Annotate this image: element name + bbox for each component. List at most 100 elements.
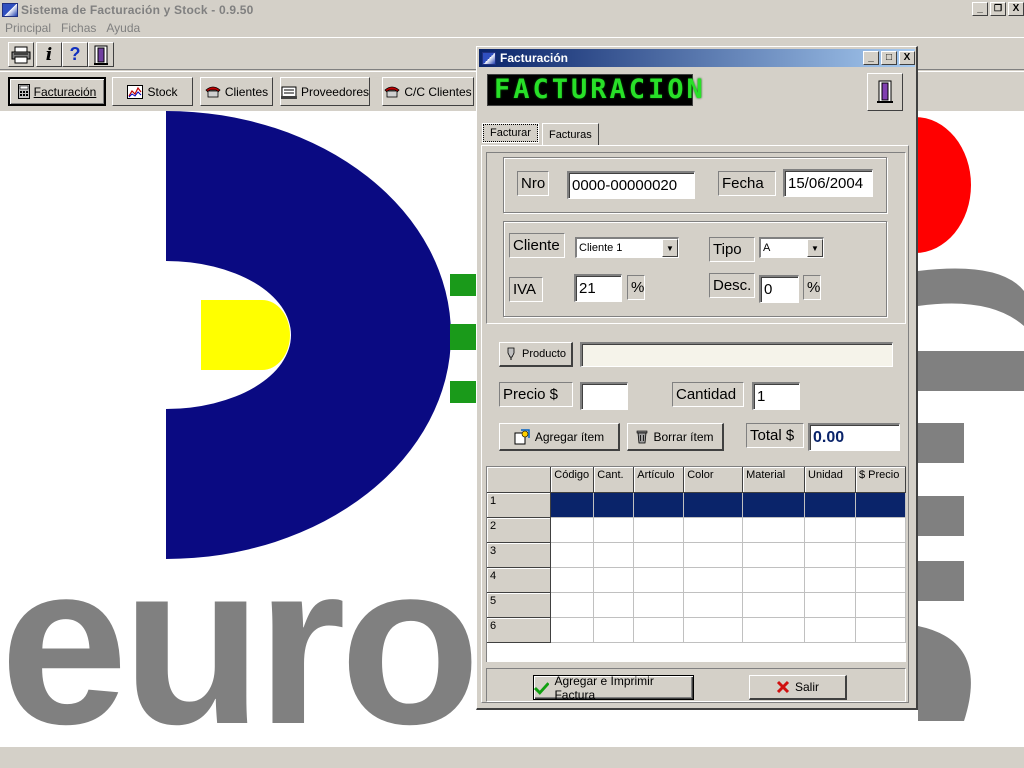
proveedores-button[interactable]: Proveedores xyxy=(280,77,370,106)
table-row[interactable]: 5 xyxy=(487,592,906,618)
info-button[interactable]: i xyxy=(36,42,62,67)
grid-cell[interactable] xyxy=(633,492,685,518)
stock-button[interactable]: Stock xyxy=(112,77,193,106)
grid-cell[interactable] xyxy=(550,492,595,518)
grid-cell[interactable] xyxy=(855,517,906,543)
total-field[interactable]: 0.00 xyxy=(808,423,900,451)
iva-field[interactable]: 21 xyxy=(574,274,622,302)
grid-cell[interactable] xyxy=(855,617,906,643)
table-row[interactable]: 2 xyxy=(487,517,906,543)
grid-cell[interactable] xyxy=(855,567,906,593)
grid-cell[interactable] xyxy=(593,492,635,518)
close-button[interactable]: X xyxy=(1008,2,1024,16)
grid-cell[interactable] xyxy=(550,617,595,643)
cantidad-field[interactable]: 1 xyxy=(752,382,800,410)
grid-cell[interactable] xyxy=(804,492,856,518)
menu-fichas[interactable]: Fichas xyxy=(56,21,101,35)
grid-cell[interactable] xyxy=(683,517,744,543)
table-row[interactable]: 3 xyxy=(487,542,906,568)
borrar-item-button[interactable]: Borrar ítem xyxy=(627,423,724,451)
nro-field[interactable]: 0000-00000020 xyxy=(567,171,695,199)
minimize-button[interactable]: _ xyxy=(972,2,988,16)
row-header[interactable]: 6 xyxy=(487,617,552,643)
grid-cell[interactable] xyxy=(633,517,685,543)
tab-facturas[interactable]: Facturas xyxy=(541,123,599,145)
grid-cell[interactable] xyxy=(742,567,806,593)
row-header[interactable]: 3 xyxy=(487,542,552,568)
grid-cell[interactable] xyxy=(550,592,595,618)
dialog-exit-button[interactable] xyxy=(867,73,903,111)
grid-cell[interactable] xyxy=(633,542,685,568)
table-row[interactable]: 1 xyxy=(487,492,906,518)
grid-cell[interactable] xyxy=(633,592,685,618)
column-header-codigo[interactable]: Código xyxy=(550,467,595,493)
grid-cell[interactable] xyxy=(633,617,685,643)
grid-cell[interactable] xyxy=(742,492,806,518)
agregar-item-button[interactable]: Agregar ítem xyxy=(499,423,620,451)
grid-cell[interactable] xyxy=(804,567,856,593)
grid-cell[interactable] xyxy=(683,567,744,593)
chevron-down-icon[interactable]: ▼ xyxy=(662,239,678,257)
facturacion-button[interactable]: Facturación xyxy=(8,77,106,106)
grid-cell[interactable] xyxy=(593,517,635,543)
row-header[interactable]: 5 xyxy=(487,592,552,618)
desc-field[interactable]: 0 xyxy=(759,275,799,303)
grid-cell[interactable] xyxy=(683,542,744,568)
grid-cell[interactable] xyxy=(593,567,635,593)
grid-cell[interactable] xyxy=(683,617,744,643)
grid-cell[interactable] xyxy=(550,567,595,593)
grid-cell[interactable] xyxy=(550,517,595,543)
chevron-down-icon[interactable]: ▼ xyxy=(807,239,823,257)
grid-cell[interactable] xyxy=(683,592,744,618)
row-header[interactable]: 2 xyxy=(487,517,552,543)
restore-button[interactable]: ❐ xyxy=(990,2,1006,16)
help-button[interactable]: ? xyxy=(62,42,88,67)
grid-cell[interactable] xyxy=(742,592,806,618)
tipo-select[interactable]: A ▼ xyxy=(759,237,824,258)
grid-cell[interactable] xyxy=(550,542,595,568)
cliente-select[interactable]: Cliente 1 ▼ xyxy=(575,237,679,258)
column-header-material[interactable]: Material xyxy=(742,467,806,493)
grid-cell[interactable] xyxy=(593,542,635,568)
grid-cell[interactable] xyxy=(804,592,856,618)
grid-cell[interactable] xyxy=(683,492,744,518)
grid-cell[interactable] xyxy=(855,542,906,568)
grid-cell[interactable] xyxy=(742,542,806,568)
column-header-precio[interactable]: $ Precio xyxy=(855,467,906,493)
cc-clientes-button[interactable]: C/C Clientes xyxy=(382,77,474,106)
grid-cell[interactable] xyxy=(593,617,635,643)
menu-ayuda[interactable]: Ayuda xyxy=(101,21,145,35)
column-header-cant[interactable]: Cant. xyxy=(593,467,635,493)
dialog-close-button[interactable]: X xyxy=(899,51,915,65)
salir-button[interactable]: Salir xyxy=(749,675,847,700)
table-row[interactable]: 4 xyxy=(487,567,906,593)
grid-cell[interactable] xyxy=(804,542,856,568)
dialog-maximize-button[interactable]: □ xyxy=(881,51,897,65)
column-header-unidad[interactable]: Unidad xyxy=(804,467,856,493)
grid-cell[interactable] xyxy=(742,617,806,643)
grid-cell[interactable] xyxy=(633,567,685,593)
exit-button[interactable] xyxy=(88,42,114,67)
grid-cell[interactable] xyxy=(855,592,906,618)
agregar-imprimir-button[interactable]: Agregar e Imprimir Factura xyxy=(533,674,694,702)
producto-button[interactable]: Producto xyxy=(499,342,573,367)
column-header-color[interactable]: Color xyxy=(683,467,744,493)
row-header[interactable]: 1 xyxy=(487,492,552,518)
column-header-articulo[interactable]: Artículo xyxy=(633,467,685,493)
grid-cell[interactable] xyxy=(593,592,635,618)
items-grid[interactable]: Código Cant. Artículo Color Material Uni… xyxy=(486,466,906,662)
menu-principal[interactable]: Principal xyxy=(0,21,56,35)
grid-cell[interactable] xyxy=(804,617,856,643)
row-header[interactable]: 4 xyxy=(487,567,552,593)
grid-cell[interactable] xyxy=(855,492,906,518)
clientes-button[interactable]: Clientes xyxy=(200,77,273,106)
grid-cell[interactable] xyxy=(742,517,806,543)
precio-field[interactable] xyxy=(580,382,628,410)
fecha-field[interactable]: 15/06/2004 xyxy=(783,169,873,197)
tab-facturar[interactable]: Facturar xyxy=(482,123,539,143)
print-button[interactable] xyxy=(8,42,34,67)
grid-cell[interactable] xyxy=(804,517,856,543)
table-row[interactable]: 6 xyxy=(487,617,906,643)
producto-field[interactable] xyxy=(580,342,893,367)
dialog-minimize-button[interactable]: _ xyxy=(863,51,879,65)
